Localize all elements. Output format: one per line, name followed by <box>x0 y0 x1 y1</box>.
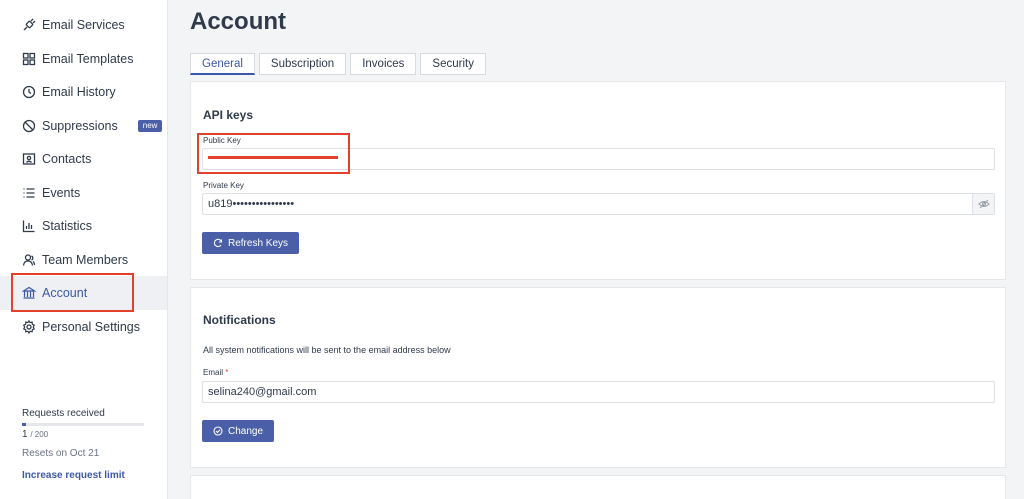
contacts-icon <box>22 152 36 166</box>
plug-icon <box>22 18 36 32</box>
change-email-button[interactable]: Change <box>202 420 275 442</box>
tab-bar: General Subscription Invoices Security <box>190 53 490 75</box>
sidebar-item-suppressions[interactable]: Suppressions new <box>0 109 167 143</box>
history-icon <box>22 85 36 99</box>
tab-security[interactable]: Security <box>420 53 486 75</box>
private-key-label: Private Key <box>203 181 244 190</box>
sidebar-item-label: Email Services <box>42 18 125 32</box>
refresh-keys-button[interactable]: Refresh Keys <box>202 232 300 254</box>
sidebar-item-team-members[interactable]: Team Members <box>0 243 167 277</box>
template-icon <box>22 52 36 66</box>
requests-total: / 200 <box>30 430 49 439</box>
private-key-value: u819•••••••••••••••• <box>208 198 295 210</box>
tab-invoices[interactable]: Invoices <box>350 53 417 75</box>
team-icon <box>22 253 36 267</box>
refresh-keys-label: Refresh Keys <box>228 237 289 249</box>
email-label-text: Email <box>203 368 224 377</box>
change-email-label: Change <box>228 425 264 437</box>
api-keys-title: API keys <box>203 108 254 122</box>
notifications-title: Notifications <box>203 313 276 327</box>
check-circle-icon <box>213 426 223 436</box>
sidebar-item-label: Events <box>42 186 81 200</box>
page-title: Account <box>190 8 286 35</box>
requests-count-value: 1 <box>22 429 28 440</box>
new-badge: new <box>137 120 163 132</box>
sidebar-item-contacts[interactable]: Contacts <box>0 142 167 176</box>
notifications-description: All system notifications will be sent to… <box>203 345 451 355</box>
sidebar-item-personal-settings[interactable]: Personal Settings <box>0 310 167 344</box>
refresh-icon <box>213 238 223 248</box>
requests-progress-bar <box>22 423 144 426</box>
sidebar-item-events[interactable]: Events <box>0 176 167 210</box>
increase-limit-link[interactable]: Increase request limit <box>22 470 125 481</box>
account-highlight-box <box>11 273 134 312</box>
tab-general[interactable]: General <box>190 53 255 75</box>
sidebar-item-label: Personal Settings <box>42 320 140 334</box>
sidebar-item-email-history[interactable]: Email History <box>0 75 167 109</box>
tab-subscription[interactable]: Subscription <box>258 53 347 75</box>
sidebar-item-email-services[interactable]: Email Services <box>0 8 167 42</box>
sidebar-item-label: Team Members <box>42 253 129 267</box>
requests-count: 1 / 200 <box>22 429 48 440</box>
email-field[interactable]: selina240@gmail.com <box>202 381 995 403</box>
requests-label: Requests received <box>22 408 105 419</box>
eye-slash-icon <box>977 199 990 209</box>
sidebar-item-statistics[interactable]: Statistics <box>0 209 167 243</box>
private-key-field[interactable]: u819•••••••••••••••• <box>202 193 995 215</box>
block-icon <box>22 119 36 133</box>
sidebar-item-label: Email History <box>42 85 116 99</box>
list-icon <box>22 186 36 200</box>
sidebar-item-label: Email Templates <box>42 52 134 66</box>
toggle-visibility-button[interactable] <box>972 194 994 214</box>
email-label: Email * <box>203 368 228 377</box>
next-card <box>190 475 1006 499</box>
requests-progress-fill <box>22 423 26 426</box>
chart-icon <box>22 219 36 233</box>
reset-date: Resets on Oct 21 <box>22 448 100 459</box>
sidebar: Email Services Email Templates Email His… <box>0 0 168 499</box>
required-mark: * <box>225 368 229 377</box>
public-key-highlight-box <box>197 133 350 174</box>
sidebar-item-label: Suppressions <box>42 119 118 133</box>
sidebar-item-label: Contacts <box>42 152 92 166</box>
api-keys-card: API keys Public Key Private Key u819••••… <box>190 81 1006 280</box>
public-key-redaction <box>208 156 338 159</box>
sidebar-item-email-templates[interactable]: Email Templates <box>0 42 167 76</box>
gear-icon <box>22 320 36 334</box>
sidebar-item-label: Statistics <box>42 219 93 233</box>
notifications-card: Notifications All system notifications w… <box>190 287 1006 468</box>
